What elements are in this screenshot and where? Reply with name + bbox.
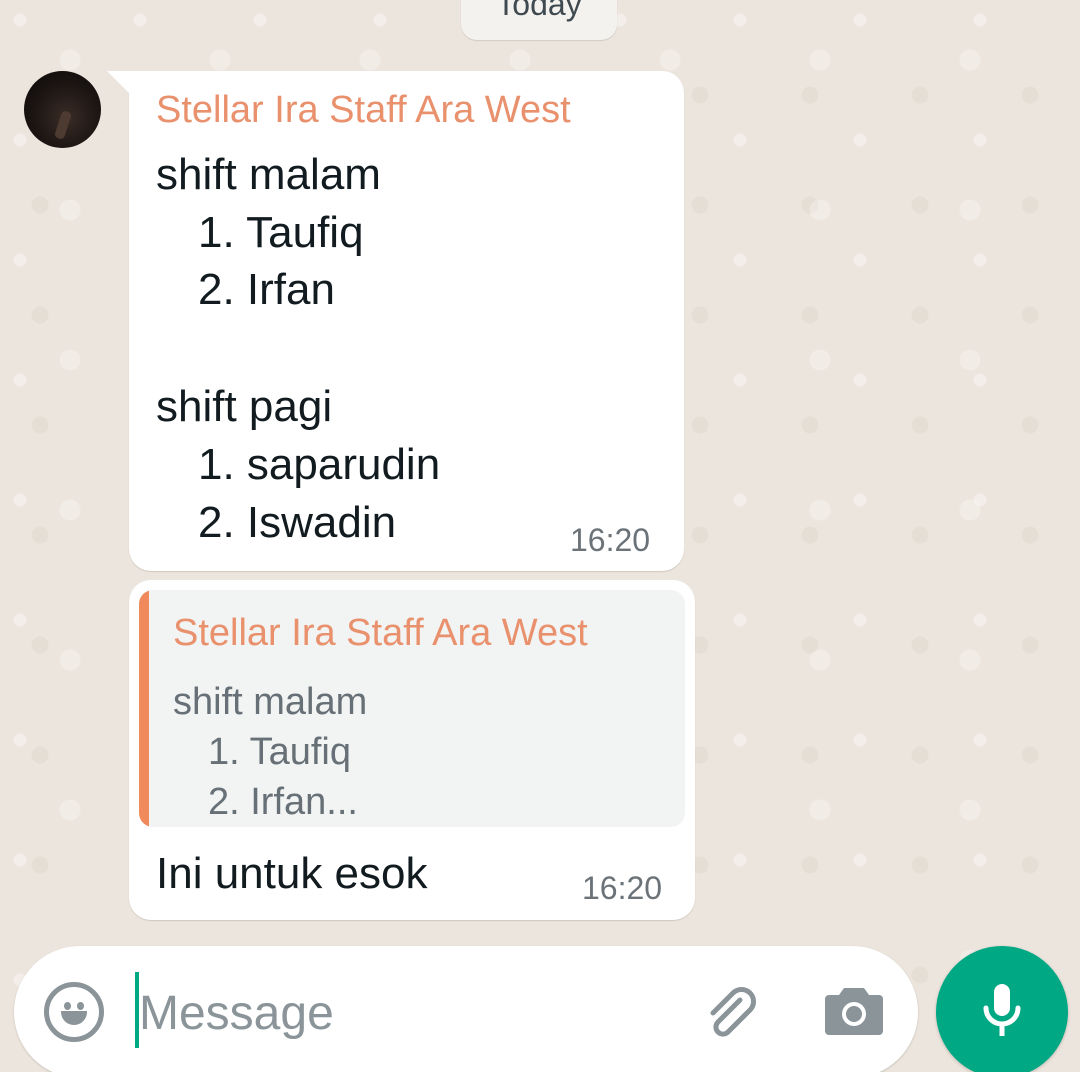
message-text: Ini untuk esok (156, 849, 428, 898)
emoji-icon[interactable] (44, 982, 104, 1042)
quoted-line: 2. Irfan... (208, 781, 358, 823)
sender-avatar[interactable] (24, 71, 101, 148)
message-line: shift pagi (156, 382, 333, 431)
paperclip-icon[interactable] (700, 980, 764, 1044)
message-line: 1. Taufiq (198, 208, 364, 257)
message-line: 2. Irfan (198, 265, 335, 314)
message-time: 16:20 (570, 522, 651, 558)
message-bubble[interactable]: Stellar Ira Staff Ara West shift malam 1… (107, 71, 684, 571)
microphone-icon (983, 984, 1021, 1036)
message-line: shift malam (156, 150, 381, 199)
microphone-button[interactable] (936, 946, 1068, 1072)
date-chip: Today (461, 0, 617, 40)
quoted-sender-name: Stellar Ira Staff Ara West (173, 612, 588, 654)
quote-bar (139, 590, 149, 827)
quoted-message[interactable]: Stellar Ira Staff Ara West shift malam 1… (139, 590, 685, 827)
quoted-line: shift malam (173, 681, 368, 723)
message-line: 1. saparudin (198, 440, 441, 489)
message-time: 16:20 (582, 870, 663, 906)
reply-message-bubble[interactable]: Stellar Ira Staff Ara West shift malam 1… (129, 580, 695, 920)
camera-icon[interactable] (824, 984, 884, 1036)
message-input[interactable] (139, 984, 659, 1042)
message-line: 2. Iswadin (198, 498, 397, 547)
quoted-line: 1. Taufiq (208, 731, 351, 773)
sender-name[interactable]: Stellar Ira Staff Ara West (156, 91, 571, 129)
